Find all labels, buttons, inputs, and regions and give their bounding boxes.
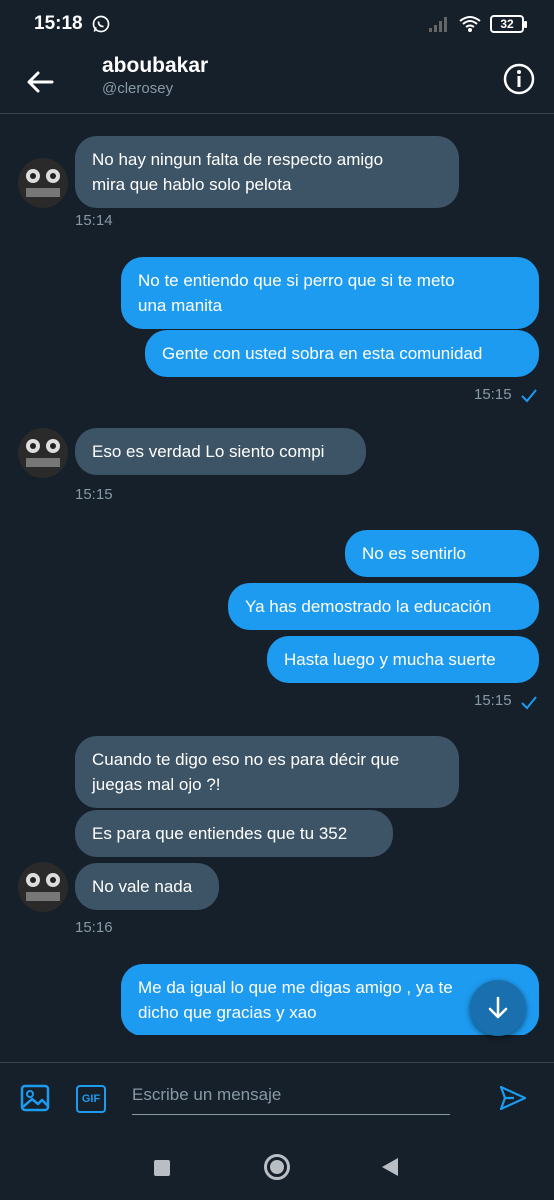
system-navigation-bar [0,1138,554,1200]
whatsapp-icon [92,15,109,33]
sent-check-icon [521,389,537,403]
send-icon[interactable] [498,1083,528,1113]
contact-avatar[interactable] [18,158,68,208]
message-bubble-incoming[interactable]: Cuando te digo eso no es para décir que … [75,736,459,808]
message-text-line: Eso es verdad Lo siento compi [92,442,325,461]
message-text-line: Gente con usted sobra en esta comunidad [162,344,483,363]
message-text-line: Me da igual lo que me digas amigo , ya t… [138,978,453,997]
avatar-image [18,862,68,912]
status-time: 15:18 [34,13,83,34]
wifi-icon [459,16,481,32]
message-text-line: juegas mal ojo ?! [92,775,221,794]
message-list[interactable]: No hay ningun falta de respecto amigo mi… [0,115,554,1035]
message-text-line: No hay ningun falta de respecto amigo [92,150,384,169]
message-timestamp: 15:14 [75,212,113,229]
contact-name: aboubakar [102,54,209,77]
message-timestamp: 15:15 [474,386,512,403]
message-composer: GIF [0,1062,554,1138]
contact-handle: @clerosey [102,80,174,97]
message-text-line: dicho que gracias y xao [138,1003,317,1022]
info-icon[interactable] [502,62,536,96]
message-text-line: Hasta luego y mucha suerte [284,650,496,669]
avatar-image [18,428,68,478]
message-bubble-outgoing[interactable]: No te entiendo que si perro que si te me… [121,257,539,329]
signal-icon [429,17,447,32]
contact-avatar[interactable] [18,428,68,478]
message-text-line: Es para que entiendes que tu 352 [92,824,348,843]
message-bubble-incoming[interactable]: No vale nada [75,863,219,910]
battery-indicator: 32 [490,15,527,33]
recent-apps-icon[interactable] [154,1160,170,1176]
back-arrow-icon[interactable] [24,66,56,98]
message-text-line: No vale nada [92,877,193,896]
message-bubble-incoming[interactable]: Eso es verdad Lo siento compi [75,428,366,475]
message-timestamp: 15:15 [474,692,512,709]
contact-avatar[interactable] [18,862,68,912]
message-timestamp: 15:16 [75,919,113,936]
message-text-line: una manita [138,296,223,315]
message-input[interactable] [132,1075,450,1115]
image-icon[interactable] [20,1083,50,1113]
home-icon[interactable] [264,1154,290,1180]
message-text-line: mira que hablo solo pelota [92,175,292,194]
message-bubble-outgoing[interactable]: No es sentirlo [345,530,539,577]
status-bar: 15:18 32 [0,0,554,48]
scroll-to-bottom-button[interactable] [470,980,526,1036]
message-text-line: Cuando te digo eso no es para décir que [92,750,400,769]
message-text-line: No es sentirlo [362,544,466,563]
system-back-icon[interactable] [382,1158,398,1176]
message-timestamp: 15:15 [75,486,113,503]
conversation-header: aboubakar @clerosey [0,48,554,114]
sent-check-icon [521,696,537,710]
avatar-image [18,158,68,208]
message-text-line: No te entiendo que si perro que si te me… [138,271,455,290]
message-bubble-incoming[interactable]: No hay ningun falta de respecto amigo mi… [75,136,459,208]
conversation-title[interactable]: aboubakar @clerosey [102,54,208,97]
message-bubble-outgoing[interactable]: Hasta luego y mucha suerte [267,636,539,683]
message-bubble-outgoing[interactable]: Ya has demostrado la educación [228,583,539,630]
gif-button[interactable]: GIF [76,1085,106,1113]
arrow-down-icon [488,996,508,1019]
message-bubble-outgoing[interactable]: Gente con usted sobra en esta comunidad [145,330,539,377]
message-text-line: Ya has demostrado la educación [245,597,492,616]
message-bubble-incoming[interactable]: Es para que entiendes que tu 352 [75,810,393,857]
